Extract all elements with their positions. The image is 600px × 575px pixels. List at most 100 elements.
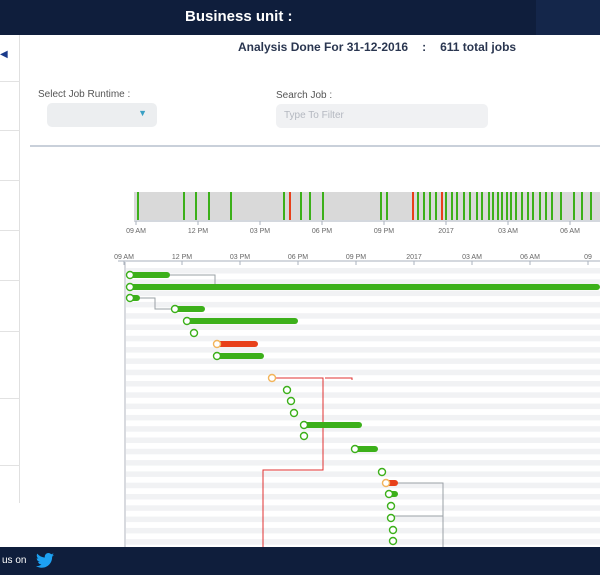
row-stripe (126, 437, 600, 443)
overview-job-tick (137, 192, 139, 220)
job-bar[interactable] (187, 318, 298, 324)
overview-job-tick (230, 192, 232, 220)
job-node[interactable] (182, 316, 192, 326)
job-node[interactable] (125, 293, 135, 303)
job-bar[interactable] (130, 272, 170, 278)
overview-job-tick (476, 192, 478, 220)
row-stripe (126, 290, 600, 297)
overview-job-tick (445, 192, 447, 220)
overview-job-tick (573, 192, 575, 220)
job-node[interactable] (212, 351, 222, 361)
job-node[interactable] (386, 513, 396, 523)
row-stripe (126, 268, 600, 274)
summary-separator: : (422, 40, 427, 54)
overview-job-tick (551, 192, 553, 220)
overview-tick-label: 12 PM (188, 228, 208, 235)
job-bar[interactable] (175, 306, 205, 312)
overview-job-tick (417, 192, 419, 220)
overview-job-tick (386, 192, 388, 220)
overview-tick-label: 09 PM (374, 228, 394, 235)
job-node[interactable] (189, 328, 199, 338)
overview-job-tick (423, 192, 425, 220)
job-node[interactable] (125, 282, 135, 292)
overview-job-tick (183, 192, 185, 220)
overview-job-tick (289, 192, 291, 220)
job-node[interactable] (289, 408, 299, 418)
sidebar-divider (0, 130, 20, 131)
job-node[interactable] (388, 536, 398, 546)
job-bar[interactable] (304, 422, 362, 428)
job-node[interactable] (299, 431, 309, 441)
overview-job-tick (456, 192, 458, 220)
job-runtime-select[interactable]: ▼ (47, 103, 157, 127)
gantt-tick-label: 09 (584, 254, 592, 261)
row-stripe (126, 313, 600, 319)
overview-job-tick (515, 192, 517, 220)
follow-us-label: us on (2, 555, 27, 566)
overview-job-tick (532, 192, 534, 220)
top-bar: Business unit : (0, 0, 600, 35)
failed-job-bar[interactable] (217, 341, 258, 347)
twitter-icon[interactable] (36, 553, 54, 568)
job-node[interactable] (170, 304, 180, 314)
collapse-sidebar-icon[interactable]: ◀ (0, 50, 8, 60)
overview-job-tick (527, 192, 529, 220)
gantt-tick-label: 12 PM (172, 254, 192, 261)
overview-tick-label: 06 AM (560, 228, 580, 235)
gantt-tick-label: 06 AM (520, 254, 540, 261)
row-stripe (126, 539, 600, 545)
job-node[interactable] (282, 385, 292, 395)
job-bar[interactable] (217, 353, 264, 359)
job-node[interactable] (377, 467, 387, 477)
overview-tick-label: 2017 (438, 228, 454, 235)
overview-job-tick (506, 192, 508, 220)
dependency-link (392, 482, 444, 547)
overview-tick-label: 03 AM (498, 228, 518, 235)
row-stripe (126, 426, 600, 432)
row-stripe (126, 516, 600, 523)
overview-job-tick (412, 192, 414, 220)
gantt-tick-label: 09 AM (114, 254, 134, 261)
row-stripe (126, 279, 600, 285)
search-job-label: Search Job : (276, 90, 333, 101)
job-node[interactable] (125, 270, 135, 280)
overview-job-tick (429, 192, 431, 220)
row-stripe (126, 392, 600, 398)
overview-job-tick (322, 192, 324, 220)
job-bar[interactable] (130, 284, 600, 290)
job-node[interactable] (388, 525, 398, 535)
job-node[interactable] (212, 339, 222, 349)
dependency-link[interactable] (325, 377, 353, 380)
gantt-tick-label: 03 PM (230, 254, 250, 261)
top-bar-corner (536, 0, 600, 35)
job-node[interactable] (286, 396, 296, 406)
overview-job-tick (195, 192, 197, 220)
job-node[interactable] (381, 478, 391, 488)
overview-job-tick (488, 192, 490, 220)
overview-job-tick (590, 192, 592, 220)
overview-job-tick (539, 192, 541, 220)
row-stripe (126, 482, 600, 489)
filters-divider (30, 145, 600, 147)
job-node[interactable] (350, 444, 360, 454)
overview-job-tick (435, 192, 437, 220)
job-node[interactable] (299, 420, 309, 430)
overview-job-tick (309, 192, 311, 220)
gantt-tick-label: 03 AM (462, 254, 482, 261)
job-node[interactable] (384, 489, 394, 499)
job-node[interactable] (267, 373, 277, 383)
overview-job-tick (283, 192, 285, 220)
row-stripe (126, 460, 600, 466)
gantt-tick-label: 09 PM (346, 254, 366, 261)
job-node[interactable] (386, 501, 396, 511)
overview-job-tick (560, 192, 562, 220)
chevron-down-icon: ▼ (138, 108, 147, 118)
overview-job-tick (521, 192, 523, 220)
search-job-input[interactable]: Type To Filter (276, 104, 488, 128)
overview-job-tick (481, 192, 483, 220)
overview-tick-label: 06 PM (312, 228, 332, 235)
analysis-summary: Analysis Done For 31-12-2016:611 total j… (238, 40, 516, 54)
gantt-tick-label: 2017 (406, 254, 422, 261)
overview-job-tick (510, 192, 512, 220)
row-stripe (126, 381, 600, 387)
